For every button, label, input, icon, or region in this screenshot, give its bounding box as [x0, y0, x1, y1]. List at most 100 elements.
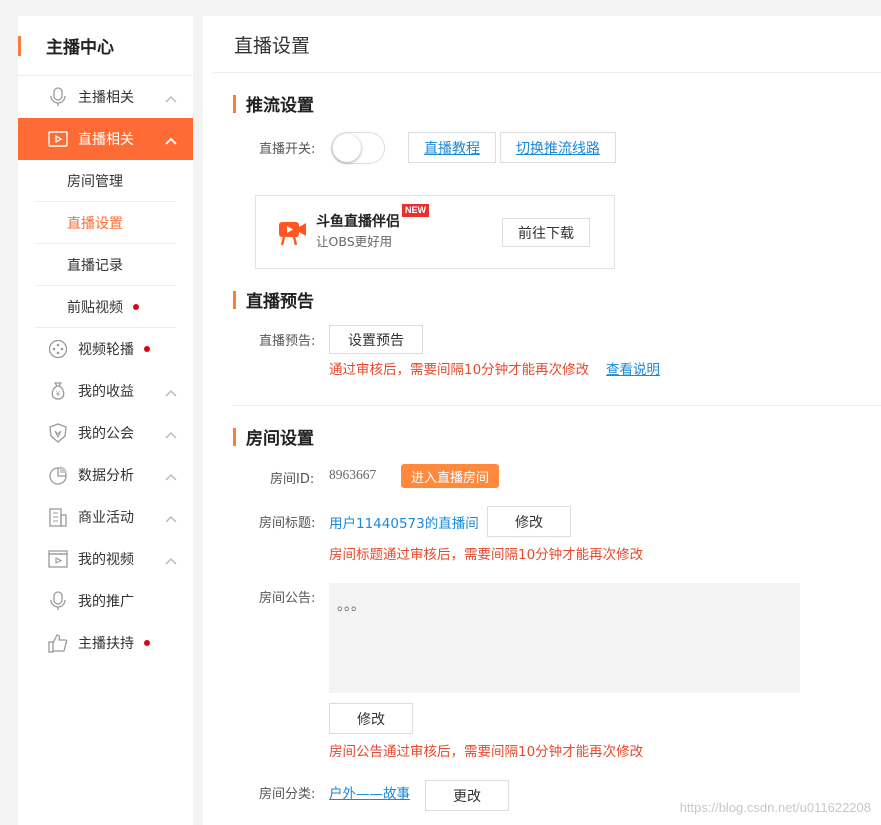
film-reel-icon: [48, 339, 68, 359]
preview-warning: 通过审核后，需要间隔10分钟才能再次修改: [329, 362, 590, 378]
promo-subtitle: 让OBS更好用: [316, 234, 393, 249]
modify-title-button[interactable]: 修改: [487, 506, 571, 537]
section-title-text: 直播预告: [246, 292, 314, 312]
preview-label: 直播预告:: [259, 334, 316, 349]
chevron-up-icon: [165, 133, 177, 149]
title-accent-bar: [18, 36, 21, 56]
subitem-label: 直播设置: [67, 215, 123, 232]
tutorial-link[interactable]: 直播教程: [424, 138, 480, 158]
companion-promo-card: 斗鱼直播伴侣 NEW 让OBS更好用 前往下载: [255, 195, 615, 269]
section-title-preview: 直播预告: [233, 287, 314, 312]
view-instructions-link[interactable]: 查看说明: [606, 358, 660, 378]
sidebar-item-business[interactable]: 商业活动: [18, 496, 193, 538]
download-button[interactable]: 前往下载: [502, 218, 590, 247]
section-accent-bar: [233, 94, 236, 113]
chevron-up-icon: [165, 91, 177, 107]
switch-line-link[interactable]: 切换推流线路: [516, 138, 600, 158]
sidebar-item-label: 主播扶持: [78, 636, 134, 652]
shield-icon: [48, 423, 68, 443]
room-notice-box[interactable]: 。。。: [329, 583, 800, 693]
promo-title: 斗鱼直播伴侣: [316, 214, 400, 230]
sidebar-item-guild[interactable]: 我的公会: [18, 412, 193, 454]
switch-line-button[interactable]: 切换推流线路: [500, 132, 616, 163]
sidebar-item-label: 主播相关: [78, 90, 134, 106]
sidebar-subitem-preroll-video[interactable]: 前贴视频: [35, 286, 176, 328]
section-divider: [233, 405, 881, 406]
new-badge: NEW: [402, 204, 429, 217]
room-title-value: 用户11440573的直播间: [329, 516, 479, 532]
set-preview-button[interactable]: 设置预告: [329, 325, 423, 354]
live-switch-label: 直播开关:: [259, 142, 316, 157]
sidebar-item-label: 我的推广: [78, 594, 134, 610]
notification-dot: [133, 303, 139, 310]
section-title-text: 房间设置: [246, 429, 314, 449]
modify-title-label: 修改: [515, 514, 543, 531]
room-notice-label: 房间公告:: [259, 591, 316, 606]
sidebar-item-promotion[interactable]: 我的推广: [18, 580, 193, 622]
main-panel: 直播设置 推流设置 直播开关: 直播教程 切换推流线路 斗鱼直播伴侣 NEW 让…: [203, 16, 881, 825]
svg-text:¥: ¥: [56, 390, 61, 398]
enter-room-label: 进入直播房间: [410, 470, 489, 486]
pie-chart-icon: [48, 465, 68, 485]
sidebar-title-text: 主播中心: [46, 38, 114, 58]
video-play-icon: [48, 129, 68, 149]
chevron-up-icon: [165, 469, 177, 485]
sidebar-item-support[interactable]: 主播扶持: [18, 622, 193, 664]
subitem-label: 前贴视频: [67, 299, 123, 316]
page-title: 直播设置: [213, 16, 881, 73]
set-preview-label: 设置预告: [348, 332, 404, 349]
section-accent-bar: [233, 427, 236, 446]
live-switch-toggle[interactable]: [331, 132, 385, 164]
chevron-up-icon: [165, 553, 177, 569]
notification-dot: [144, 640, 150, 646]
sidebar-item-label: 我的收益: [78, 384, 134, 400]
room-id-value: 8963667: [329, 467, 377, 482]
sidebar-subitem-room-manage[interactable]: 房间管理: [35, 160, 176, 202]
tutorial-button[interactable]: 直播教程: [408, 132, 496, 163]
sidebar-item-live[interactable]: 直播相关: [18, 118, 193, 160]
subitem-label: 房间管理: [67, 173, 123, 190]
section-title-room: 房间设置: [233, 424, 314, 449]
sidebar-item-label: 商业活动: [78, 510, 134, 526]
modify-notice-button[interactable]: 修改: [329, 703, 413, 734]
notice-warning: 房间公告通过审核后，需要间隔10分钟才能再次修改: [329, 744, 644, 760]
download-button-label: 前往下载: [518, 225, 574, 242]
room-title-label: 房间标题:: [259, 516, 316, 531]
section-title-text: 推流设置: [246, 96, 314, 116]
clapperboard-icon: [48, 549, 68, 569]
sidebar-subitem-live-records[interactable]: 直播记录: [35, 244, 176, 286]
sidebar-item-data-analysis[interactable]: 数据分析: [18, 454, 193, 496]
section-accent-bar: [233, 290, 236, 309]
sidebar-item-label: 数据分析: [78, 468, 134, 484]
camera-icon: [278, 218, 308, 250]
chevron-up-icon: [165, 385, 177, 401]
sidebar-item-income[interactable]: ¥ 我的收益: [18, 370, 193, 412]
sidebar-item-label: 我的视频: [78, 552, 134, 568]
change-category-label: 更改: [453, 788, 481, 805]
change-category-button[interactable]: 更改: [425, 780, 509, 811]
sidebar-subitem-live-settings[interactable]: 直播设置: [35, 202, 176, 244]
watermark: https://blog.csdn.net/u011622208: [679, 800, 871, 815]
microphone-icon: [48, 591, 68, 611]
building-icon: [48, 507, 68, 527]
room-id-label: 房间ID:: [270, 472, 315, 487]
enter-room-button[interactable]: 进入直播房间: [401, 464, 499, 488]
chevron-up-icon: [165, 427, 177, 443]
subitem-label: 直播记录: [67, 257, 123, 274]
title-warning: 房间标题通过审核后，需要间隔10分钟才能再次修改: [329, 547, 644, 563]
sidebar-item-video-carousel[interactable]: 视频轮播: [18, 328, 193, 370]
sidebar-item-label: 直播相关: [78, 132, 134, 148]
sidebar-item-anchor[interactable]: 主播相关: [18, 76, 193, 118]
sidebar-item-my-videos[interactable]: 我的视频: [18, 538, 193, 580]
chevron-up-icon: [165, 511, 177, 527]
sidebar-title: 主播中心: [18, 16, 193, 76]
toggle-knob: [333, 134, 361, 162]
room-category-link[interactable]: 户外——故事: [329, 782, 410, 802]
sidebar-item-label: 视频轮播: [78, 342, 134, 358]
microphone-icon: [48, 87, 68, 107]
room-notice-text: 。。。: [337, 598, 365, 614]
sidebar-item-label: 我的公会: [78, 426, 134, 442]
sidebar: 主播中心 主播相关 直播相关 房间管理 直播设置 直播记录 前贴视频 视频轮播 …: [18, 16, 193, 825]
thumbs-up-icon: [48, 633, 68, 653]
modify-notice-label: 修改: [357, 711, 385, 728]
